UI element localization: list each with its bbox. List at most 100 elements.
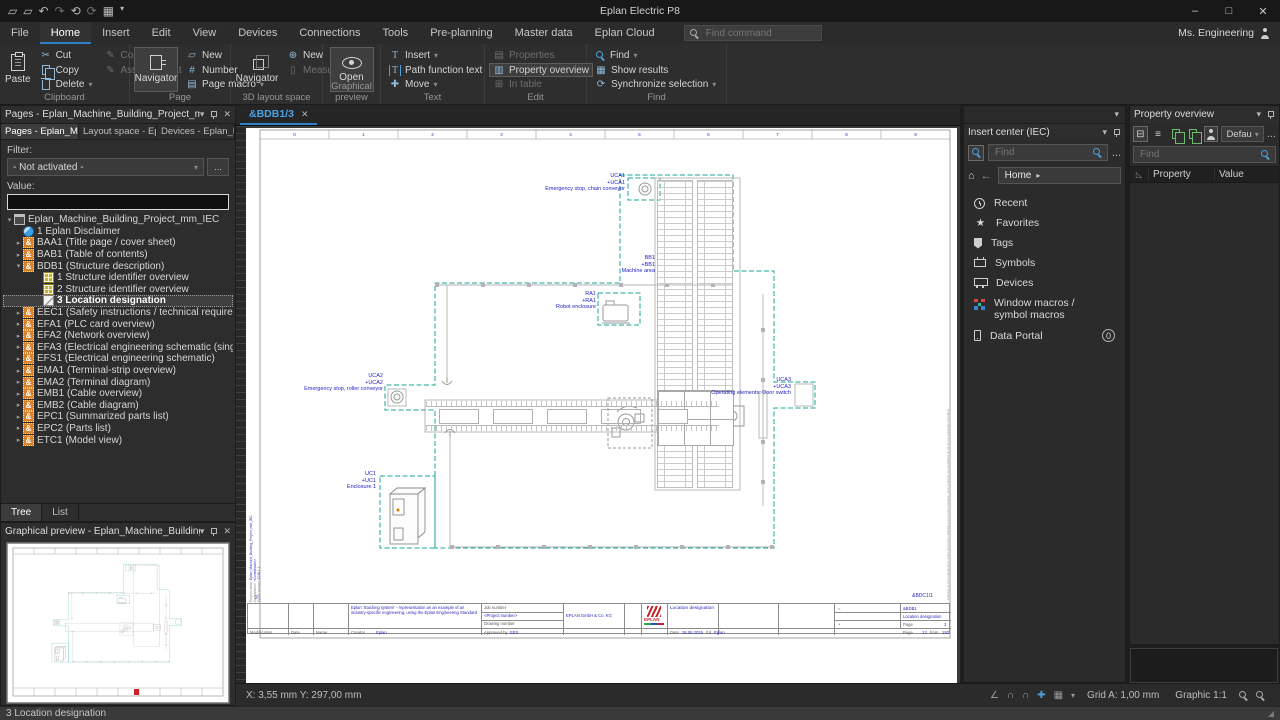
- insert-center-find-input[interactable]: [993, 146, 1088, 159]
- tab-master-data[interactable]: Master data: [504, 22, 584, 44]
- tree-row[interactable]: 2 Structure identifier overview: [3, 283, 233, 296]
- drawing-canvas[interactable]: 0 1 2 3 4 5 6 7 8 9 UCA1 +UCA1 Emergency s…: [236, 126, 960, 683]
- tree-row[interactable]: ▸ & EFS1 (Electrical engineering schematic…: [3, 353, 233, 365]
- tree-row[interactable]: ▸ & BAA1 (Title page / cover sheet): [3, 237, 233, 249]
- drawing-label-uca1[interactable]: UCA1 +UCA1 Emergency stop, chain conveyor: [545, 173, 625, 193]
- tree-row-selected[interactable]: 3 Location designation: [3, 295, 233, 307]
- insert-center-item-window-macros[interactable]: Window macros / symbol macros: [964, 293, 1125, 325]
- property-more-button[interactable]: ...: [1267, 128, 1276, 140]
- tree-row[interactable]: ▸ & EMA1 (Terminal-strip overview): [3, 365, 233, 377]
- tree-row-project[interactable]: ▾ Eplan_Machine_Building_Project_mm_IEC: [3, 214, 233, 226]
- tree-row[interactable]: ▸ & ETC1 (Model view): [3, 434, 233, 446]
- panel-dropdown-icon[interactable]: ▾: [1256, 109, 1261, 120]
- insert-center-more-button[interactable]: ...: [1112, 147, 1121, 159]
- filter-select[interactable]: - Not activated - ▾: [7, 158, 204, 176]
- zoom-out-icon[interactable]: [1255, 690, 1266, 701]
- panel-dropdown-icon[interactable]: ▾: [1102, 127, 1107, 138]
- filter-browse-button[interactable]: ...: [207, 158, 229, 176]
- drawing-label-uca2[interactable]: UCA2 +UCA2 Emergency stop, roller conveyor: [304, 373, 383, 393]
- tab-eplan-cloud[interactable]: Eplan Cloud: [584, 22, 666, 44]
- user-account[interactable]: Ms. Engineering: [1178, 27, 1280, 39]
- tree-row[interactable]: ▸ & EFA1 (PLC card overview): [3, 318, 233, 330]
- tab-insert[interactable]: Insert: [91, 22, 141, 44]
- cut-button[interactable]: ✂ Cut: [36, 48, 97, 63]
- zoom-in-icon[interactable]: [1238, 690, 1249, 701]
- tab-tools[interactable]: Tools: [372, 22, 420, 44]
- text-insert-button[interactable]: T Insert ▾: [385, 48, 486, 63]
- find-command-box[interactable]: [683, 25, 822, 41]
- tab-devices[interactable]: Devices: [227, 22, 288, 44]
- pin-icon[interactable]: [1266, 110, 1275, 120]
- list-tab[interactable]: List: [42, 504, 79, 521]
- property-scheme-select[interactable]: Defau ▾: [1221, 126, 1264, 142]
- tab-view[interactable]: View: [182, 22, 228, 44]
- tab-pre-planning[interactable]: Pre-planning: [419, 22, 503, 44]
- tree-row[interactable]: ▸ & BAB1 (Table of contents): [3, 249, 233, 261]
- panel-dropdown-icon[interactable]: ▾: [200, 526, 205, 537]
- property-tree-view-button[interactable]: ⊟: [1133, 126, 1148, 142]
- canvas-scrollbar[interactable]: [236, 126, 246, 683]
- drawing-label-ra1[interactable]: RA1 +RA1 Robot enclosure: [556, 291, 596, 311]
- design-mode-icon[interactable]: ∩: [1022, 690, 1029, 701]
- pin-icon[interactable]: [1112, 128, 1121, 138]
- pin-icon[interactable]: [209, 110, 218, 120]
- property-paste-button[interactable]: [1186, 126, 1203, 144]
- grid-dropdown-icon[interactable]: ▾: [1071, 691, 1075, 700]
- preview-page[interactable]: [1, 539, 235, 705]
- drawing-label-uca3[interactable]: UCA3 +UCA3 Operating elements: Door switch: [711, 377, 791, 397]
- properties-button[interactable]: ▤ Properties: [489, 48, 593, 63]
- insert-center-item-symbols[interactable]: Symbols: [964, 253, 1125, 273]
- pin-icon[interactable]: [209, 527, 218, 537]
- property-copy-button[interactable]: [1168, 126, 1185, 144]
- tab-connections[interactable]: Connections: [288, 22, 371, 44]
- tree-row[interactable]: 1 Eplan Disclaimer: [3, 225, 233, 238]
- insert-center-filter-button[interactable]: [968, 144, 984, 161]
- find-button[interactable]: Find ▾: [591, 48, 720, 63]
- editor-tab[interactable]: &BDB1/3 ✕: [240, 105, 318, 125]
- tree-row[interactable]: ▸ & EMA2 (Terminal diagram): [3, 376, 233, 388]
- tree-row[interactable]: ▸ & EMB1 (Cable overview): [3, 388, 233, 400]
- copy-button[interactable]: Copy: [36, 63, 97, 80]
- tree-row[interactable]: ▾ & BDB1 (Structure description): [3, 260, 233, 272]
- value-input[interactable]: [7, 194, 229, 210]
- tab-home[interactable]: Home: [39, 22, 92, 44]
- property-list-view-button[interactable]: ≡: [1151, 126, 1166, 142]
- panel-close-icon[interactable]: ✕: [223, 526, 231, 537]
- breadcrumb[interactable]: Home ▸: [997, 167, 1121, 184]
- value-column-header[interactable]: Value: [1214, 169, 1279, 180]
- property-find-box[interactable]: [1133, 146, 1276, 163]
- tab-pages[interactable]: Pages - Eplan_Mac...: [1, 124, 79, 139]
- property-user-button[interactable]: [1203, 126, 1219, 142]
- insert-center-item-data-portal[interactable]: Data Portal 0: [964, 325, 1125, 346]
- tree-row[interactable]: ▸ & EPC2 (Parts list): [3, 422, 233, 435]
- page-navigator-button[interactable]: Navigator: [134, 47, 178, 92]
- delete-button[interactable]: Delete ▾: [36, 77, 97, 92]
- 3d-navigator-button[interactable]: Navigator: [235, 47, 279, 92]
- move-button[interactable]: ✚ Move ▾: [385, 77, 486, 92]
- show-results-button[interactable]: ▦ Show results: [591, 63, 720, 78]
- tree-row[interactable]: ▸ & EFA2 (Network overview): [3, 330, 233, 342]
- insert-center-item-favorites[interactable]: ★ Favorites: [964, 213, 1125, 233]
- resize-grip-icon[interactable]: ◢: [1268, 709, 1274, 718]
- panel-list-dropdown-icon[interactable]: ▾: [1114, 109, 1119, 120]
- panel-close-icon[interactable]: ✕: [223, 109, 231, 120]
- insert-center-find-box[interactable]: [988, 144, 1108, 161]
- tab-file[interactable]: File: [0, 22, 40, 44]
- home-icon[interactable]: ⌂: [968, 170, 975, 182]
- tree-row[interactable]: ▸ & EEC1 (Safety instructions / technical …: [3, 307, 233, 319]
- tab-edit[interactable]: Edit: [141, 22, 182, 44]
- tab-layout-space[interactable]: Layout space - Epl...: [79, 124, 157, 139]
- grid-icon[interactable]: ▦: [1054, 690, 1063, 701]
- property-overview-button[interactable]: ▥ Property overview: [489, 62, 594, 78]
- in-table-button[interactable]: ⊞ In table: [489, 77, 593, 92]
- tree-row[interactable]: ▸ & EFA3 (Electrical engineering schematic…: [3, 341, 233, 354]
- tree-tab[interactable]: Tree: [1, 504, 43, 521]
- object-snap-icon[interactable]: ∩: [1007, 690, 1014, 701]
- move-handle-icon[interactable]: ✚: [1037, 690, 1045, 701]
- insert-center-item-tags[interactable]: Tags: [964, 233, 1125, 253]
- paste-button[interactable]: Paste: [4, 47, 32, 92]
- property-find-input[interactable]: [1138, 148, 1256, 161]
- find-command-input[interactable]: [703, 26, 817, 40]
- insert-center-item-recent[interactable]: Recent: [964, 193, 1125, 213]
- tree-row[interactable]: 1 Structure identifier overview: [3, 272, 233, 284]
